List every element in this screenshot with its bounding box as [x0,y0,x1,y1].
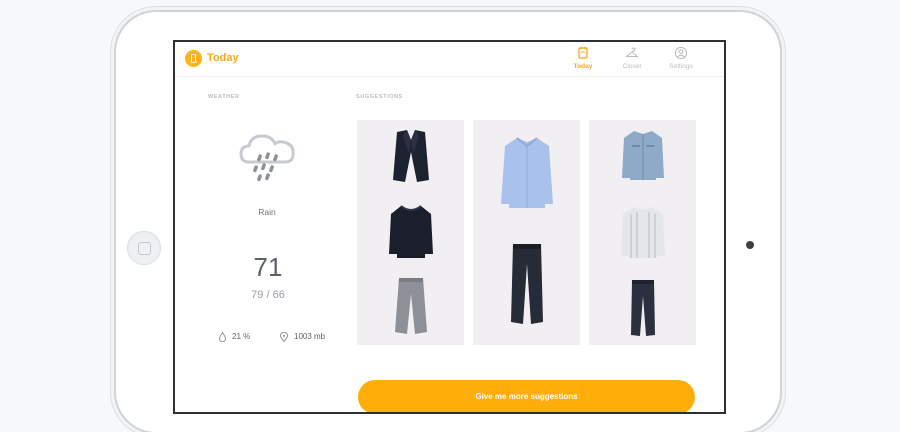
top-navigation-bar: Today Today Closet Settings [175,42,724,77]
weather-condition: Rain [258,207,276,217]
home-button[interactable] [127,231,161,265]
location-pin-icon [280,332,288,342]
pressure-value: 1003 mb [294,332,326,342]
tab-today[interactable]: Today [563,46,603,70]
temperature-range: 79 / 66 [251,289,285,301]
light-blue-shirt-item [473,134,580,212]
denim-jacket-image [621,131,664,180]
dark-jeans-item [473,242,580,326]
tab-today-label: Today [573,63,593,70]
skinny-jeans-image [630,280,655,336]
grey-trousers-item [357,276,464,336]
humidity-value: 21 % [232,332,251,342]
sweater-image [388,205,433,258]
front-camera [746,241,754,249]
dark-sweater-item [357,202,464,260]
shirt-image [500,137,553,208]
trousers-image [394,278,427,334]
tab-closet[interactable]: Closet [612,46,652,70]
calendar-icon [578,47,588,59]
striped-shirt-image [620,207,665,258]
current-temperature: 71 [253,252,283,282]
app-logo-icon [185,50,202,67]
user-circle-icon [674,46,688,60]
striped-shirt-item [589,204,696,260]
pressure-stat: 1003 mb [280,332,325,342]
hanger-icon [625,47,639,57]
blazer-image [392,130,429,182]
rain-cloud-icon [239,134,295,182]
tab-settings-label: Settings [669,63,693,70]
app-title: Today [207,52,239,64]
home-button-icon [138,242,151,255]
outfit-card-2[interactable] [473,120,580,345]
jeans-image [510,244,543,324]
outfit-card-3[interactable] [589,120,696,345]
tab-closet-label: Closet [622,63,642,70]
app-screen: Today Today Closet Settings WEATHER Rain… [173,40,726,414]
weather-section-label: WEATHER [208,94,240,100]
outfit-card-1[interactable] [357,120,464,345]
dark-skinny-jeans-item [589,278,696,338]
denim-jacket-item [589,128,696,182]
humidity-stat: 21 % [219,332,250,342]
dark-blazer-item [357,128,464,184]
more-suggestions-button[interactable]: Give me more suggestions [358,380,695,412]
droplet-icon [219,332,226,342]
tab-settings[interactable]: Settings [661,46,701,70]
suggestions-section-label: SUGGESTIONS [356,94,403,100]
